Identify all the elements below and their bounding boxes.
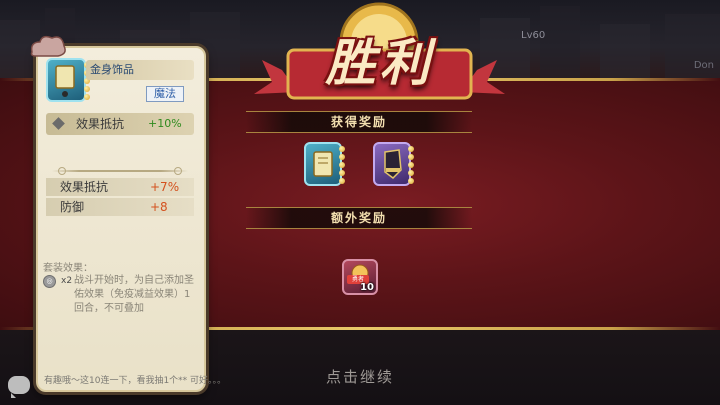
city-silhouette-right bbox=[480, 6, 720, 78]
set-bonus-icon: ◎ bbox=[43, 275, 56, 288]
star-pips bbox=[339, 146, 345, 186]
set-effect-description: 战斗开始时，为自己添加圣佑效果（免疫减益效果）1回合，不可叠加 bbox=[74, 275, 194, 314]
main-stat-value: +10% bbox=[148, 117, 182, 130]
tooltip-item-name: 金身饰品 bbox=[86, 60, 194, 80]
victory-emblem: 胜利 bbox=[252, 2, 507, 110]
tooltip-main-stat: 效果抵抗 +10% bbox=[46, 113, 194, 135]
diamond-icon bbox=[52, 117, 65, 130]
set-effect-title: 套装效果： bbox=[43, 263, 93, 274]
rewards-header: 获得奖励 bbox=[246, 111, 472, 133]
sub-stat-label: 防御 bbox=[60, 200, 85, 214]
cloud-ornament-icon bbox=[30, 35, 66, 57]
tooltip-divider bbox=[52, 167, 188, 175]
tooltip-sub-stat: 效果抵抗 +7% bbox=[46, 178, 194, 196]
extra-rewards-header: 额外奖励 bbox=[246, 207, 472, 229]
tooltip-sub-stat: 防御 +8 bbox=[46, 198, 194, 216]
sub-stat-value: +7% bbox=[150, 180, 180, 194]
extra-reward-count: 10 bbox=[360, 282, 374, 293]
tap-to-continue[interactable]: 点击继续 bbox=[300, 366, 420, 387]
tooltip-item-type: 魔法 bbox=[146, 86, 184, 102]
chat-message: 有趣哦～这10连一下，看我抽1个** 可好。。。 bbox=[44, 376, 227, 386]
extra-reward-item[interactable]: 勇者 10 bbox=[342, 259, 378, 295]
corner-text: Don bbox=[693, 60, 714, 71]
set-piece-count: x2 bbox=[61, 276, 73, 286]
reward-item-book[interactable] bbox=[304, 142, 345, 186]
main-stat-label: 效果抵抗 bbox=[76, 117, 125, 131]
glove-icon bbox=[384, 149, 402, 179]
victory-title: 胜利 bbox=[325, 33, 434, 92]
star-pips bbox=[408, 146, 414, 186]
sub-stat-value: +8 bbox=[150, 200, 168, 214]
level-text: Lv60 bbox=[521, 30, 546, 41]
book-icon bbox=[313, 151, 333, 177]
book-icon bbox=[55, 65, 75, 97]
reward-item-glove[interactable] bbox=[373, 142, 414, 186]
chat-bubble-icon[interactable] bbox=[8, 376, 30, 398]
sub-stat-label: 效果抵抗 bbox=[60, 180, 109, 194]
tooltip-item-icon bbox=[46, 58, 90, 102]
